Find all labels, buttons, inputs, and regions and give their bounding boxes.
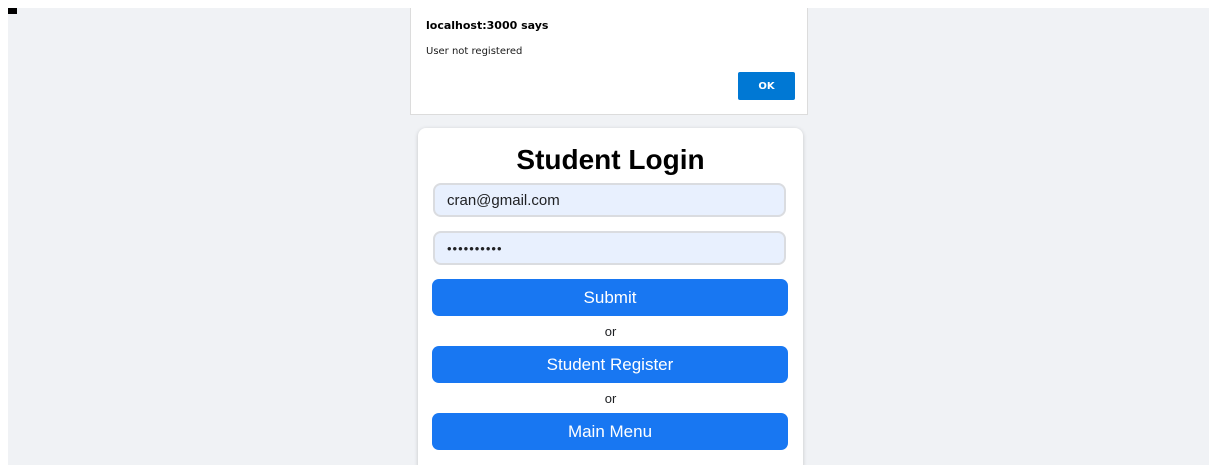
password-field[interactable] — [433, 231, 786, 265]
student-register-button[interactable]: Student Register — [432, 346, 788, 383]
alert-title: localhost:3000 says — [426, 19, 549, 32]
login-card: Student Login Submit or Student Register… — [418, 128, 803, 465]
alert-ok-button[interactable]: OK — [738, 72, 795, 100]
page-background: localhost:3000 says User not registered … — [8, 8, 1209, 465]
main-menu-button[interactable]: Main Menu — [432, 413, 788, 450]
page-title: Student Login — [516, 144, 705, 175]
submit-button[interactable]: Submit — [432, 279, 788, 316]
email-field[interactable] — [433, 183, 786, 217]
or-separator: or — [604, 324, 617, 339]
alert-message: User not registered — [426, 46, 523, 57]
or-separator: or — [604, 391, 617, 406]
header-fragment — [8, 8, 17, 14]
alert-dialog: localhost:3000 says User not registered … — [410, 8, 808, 115]
